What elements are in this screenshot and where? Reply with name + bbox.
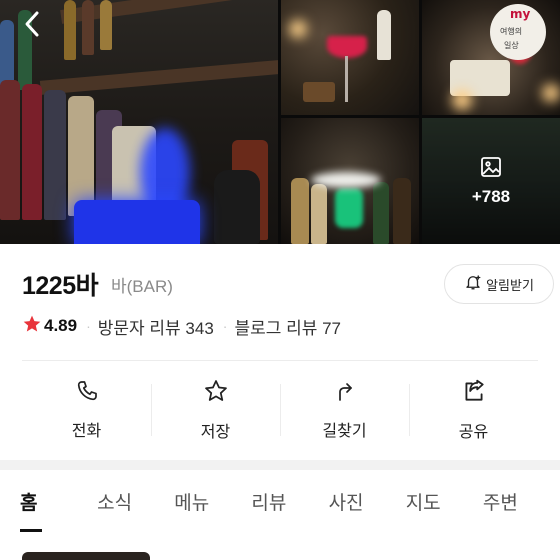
- bottle-detail: [100, 0, 112, 50]
- light-detail: [289, 20, 307, 38]
- more-photos-count: +788: [471, 187, 511, 206]
- section-divider: [22, 360, 538, 361]
- visitor-review-link[interactable]: 방문자 리뷰 343: [98, 314, 214, 339]
- candle-detail: [542, 84, 560, 102]
- save-button[interactable]: 저장: [151, 372, 280, 448]
- bottle-detail: [0, 80, 20, 220]
- directions-button[interactable]: 길찾기: [280, 372, 409, 448]
- separator-dot: ·: [222, 318, 228, 334]
- bottle-detail: [64, 0, 76, 60]
- tab-news[interactable]: 소식: [97, 470, 174, 532]
- bottle-detail: [373, 182, 389, 244]
- save-label: 저장: [200, 422, 231, 441]
- tab-menu[interactable]: 메뉴: [174, 470, 251, 532]
- share-icon: [461, 378, 487, 408]
- photo-gallery: my 여행의 일상 +788: [0, 0, 560, 244]
- directions-icon: [333, 379, 357, 407]
- back-button[interactable]: [14, 8, 50, 44]
- snack-detail: [303, 82, 335, 102]
- section-gap: [0, 460, 560, 470]
- directions-label: 길찾기: [322, 421, 367, 440]
- rating-value: 4.89: [44, 316, 78, 335]
- my-stamp-logo: my 여행의 일상: [490, 4, 546, 60]
- more-photos-button[interactable]: +788: [422, 118, 560, 244]
- cocktail-detail: [327, 36, 367, 58]
- svg-text:여행의: 여행의: [500, 26, 522, 36]
- bottle-detail: [22, 84, 42, 220]
- rating-row: 4.89 · 방문자 리뷰 343 · 블로그 리뷰 77: [22, 314, 341, 338]
- blue-glass: [74, 200, 200, 244]
- green-cocktail: [335, 188, 363, 228]
- tab-home[interactable]: 홈: [20, 470, 97, 532]
- place-category: 바(BAR): [111, 277, 173, 296]
- bottle-detail: [291, 178, 309, 244]
- notify-label: 알림받기: [486, 278, 534, 294]
- tab-photos[interactable]: 사진: [329, 470, 406, 532]
- separator-dot: ·: [86, 318, 91, 334]
- bottle-detail: [311, 184, 327, 244]
- photo-thumb[interactable]: [281, 0, 419, 115]
- bell-plus-icon: [464, 273, 482, 295]
- star-outline-icon: [203, 378, 229, 408]
- star-icon: [22, 314, 42, 339]
- chevron-left-icon: [21, 10, 43, 42]
- place-name: 1225바: [22, 272, 99, 300]
- notify-button[interactable]: 알림받기: [444, 264, 554, 304]
- action-bar: 전화 저장 길찾기 공유: [22, 372, 538, 448]
- bottle-detail: [377, 10, 391, 60]
- phone-icon: [75, 379, 99, 407]
- candle-detail: [452, 90, 472, 110]
- bottle-detail: [82, 0, 94, 55]
- call-button[interactable]: 전화: [22, 372, 151, 448]
- tab-nearby[interactable]: 주변: [483, 470, 560, 532]
- share-label: 공유: [458, 422, 489, 441]
- svg-text:일상: 일상: [504, 40, 519, 50]
- image-icon: [479, 155, 503, 183]
- photo-thumb[interactable]: [281, 118, 419, 244]
- glass-stem: [345, 56, 348, 102]
- bottle-detail: [214, 170, 260, 244]
- share-button[interactable]: 공유: [409, 372, 538, 448]
- tab-bar: 홈 소식 메뉴 리뷰 사진 지도 주변: [0, 470, 560, 532]
- svg-text:my: my: [510, 7, 531, 21]
- bottle-detail: [393, 178, 411, 244]
- shelf-detail: [39, 59, 278, 95]
- tab-reviews[interactable]: 리뷰: [251, 470, 328, 532]
- blog-review-link[interactable]: 블로그 리뷰 77: [234, 314, 341, 339]
- tab-map[interactable]: 지도: [406, 470, 483, 532]
- call-label: 전화: [71, 421, 102, 440]
- light-detail: [311, 172, 381, 188]
- bottle-detail: [68, 96, 94, 216]
- content-peek-image: [22, 552, 150, 560]
- bottle-detail: [44, 90, 66, 220]
